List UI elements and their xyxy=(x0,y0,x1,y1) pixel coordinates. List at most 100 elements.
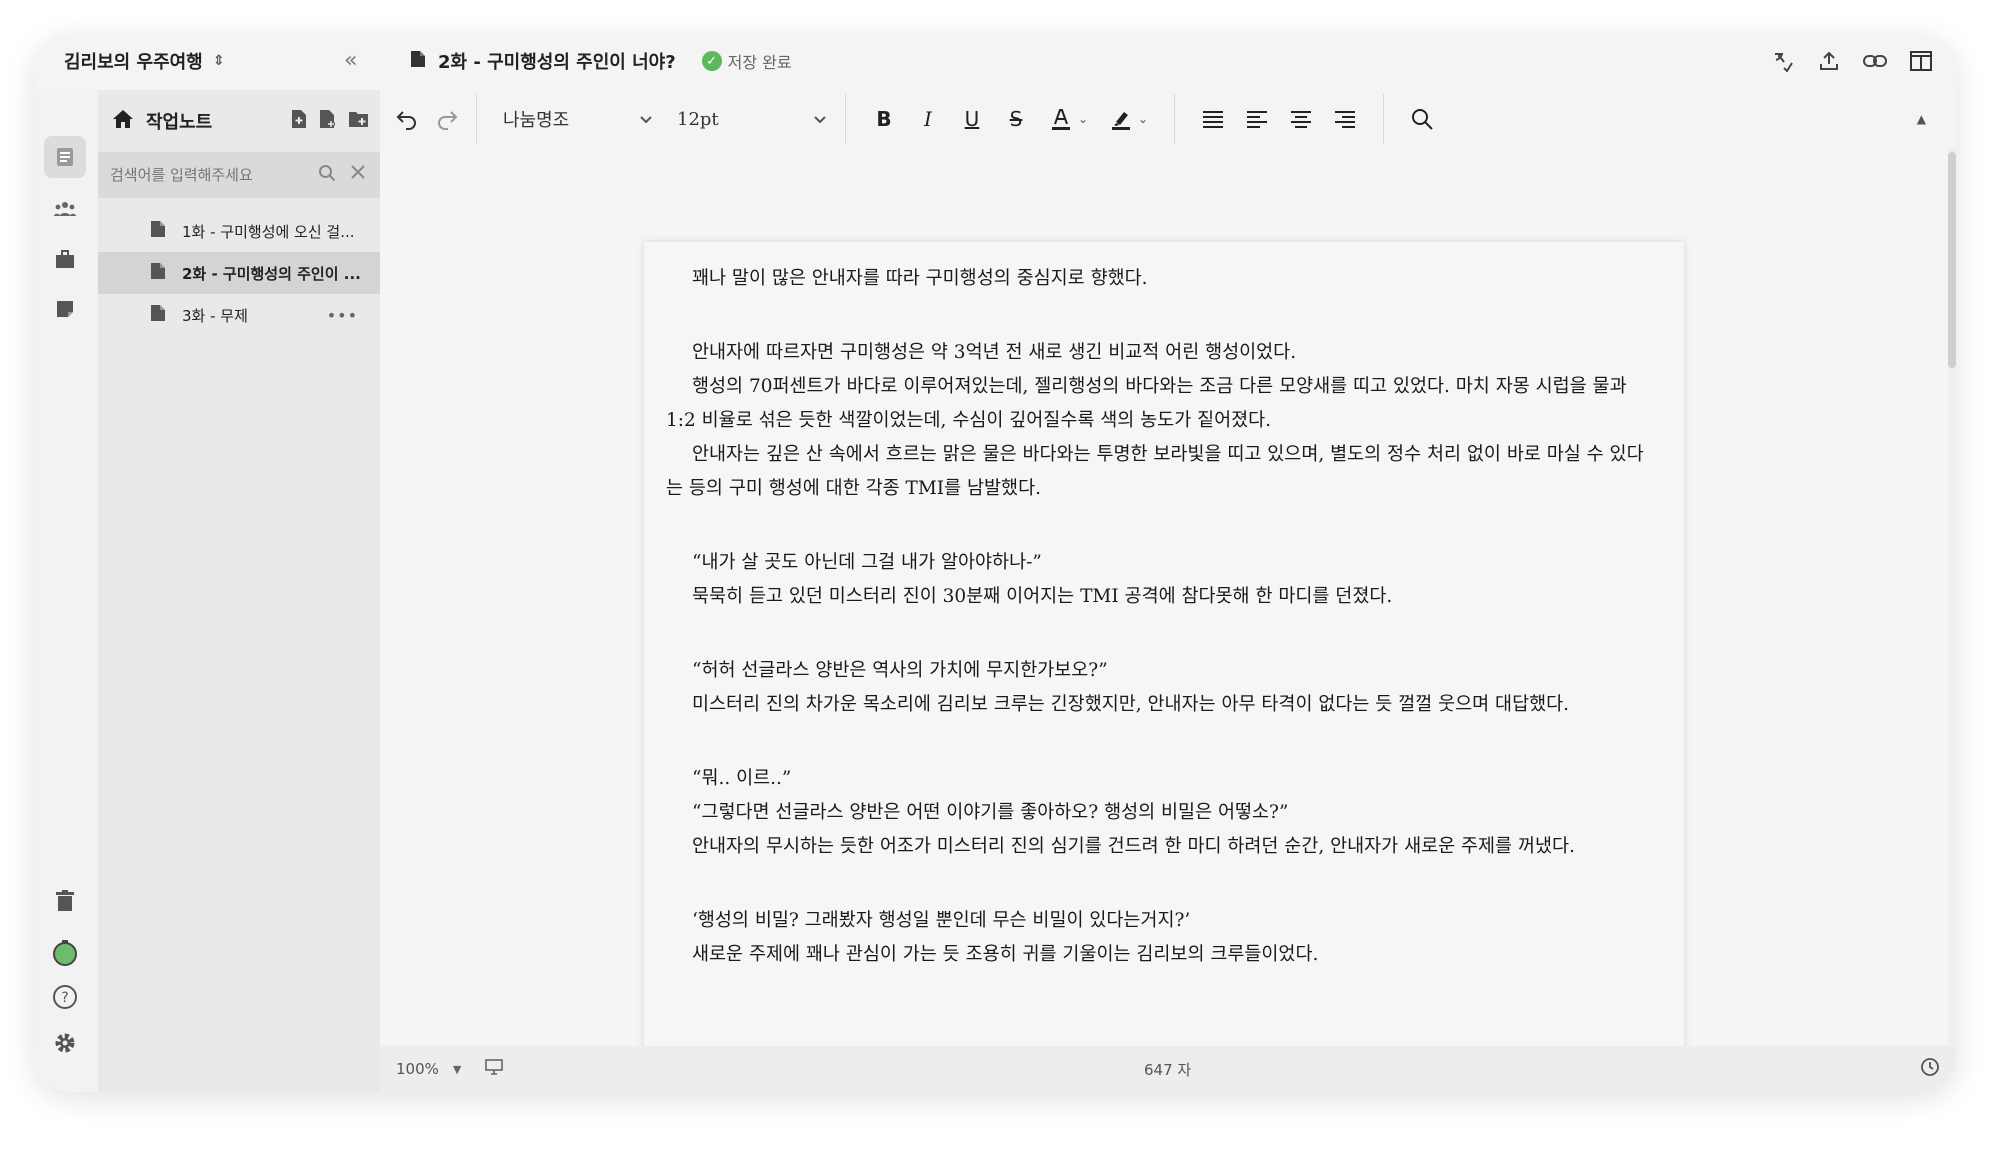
search-icon[interactable] xyxy=(318,164,336,186)
tree-item-episode-1[interactable]: 1화 - 구미행성에 오신 걸... xyxy=(98,210,380,252)
paragraph[interactable]: 안내자는 깊은 산 속에서 흐르는 맑은 물은 바다와는 투명한 보라빛을 띠고… xyxy=(666,438,1658,506)
status-bar: 100% ▼ 647 자 xyxy=(380,1046,1956,1092)
sidebar-header: 작업노트 xyxy=(112,104,370,138)
underline-icon[interactable]: U xyxy=(950,107,994,131)
svg-text:?: ? xyxy=(61,990,68,1006)
document-icon xyxy=(150,220,166,242)
paragraph[interactable]: 안내자의 무시하는 듯한 어조가 미스터리 진의 심기를 건드려 한 마디 하려… xyxy=(666,830,1658,864)
scrollbar-thumb[interactable] xyxy=(1948,152,1956,368)
tree-item-label: 3화 - 무제 xyxy=(182,306,248,325)
font-family-select[interactable]: 나눔명조 xyxy=(503,106,653,132)
redo-icon[interactable] xyxy=(434,106,460,132)
paragraph[interactable]: 묵묵히 듣고 있던 미스터리 진이 30분째 이어지는 TMI 공격에 참다못해… xyxy=(666,580,1658,614)
font-size-value: 12pt xyxy=(677,108,719,130)
app-window: 김리보의 우주여행 ⇕ « 2화 - 구미행성의 주인이 너야? ✓ 저장 완료 xyxy=(34,34,1956,1092)
timer-icon[interactable] xyxy=(44,932,86,974)
search-input[interactable] xyxy=(108,165,302,185)
tree-item-episode-3[interactable]: 3화 - 무제 ••• xyxy=(98,294,380,336)
document-icon xyxy=(150,262,166,284)
italic-icon[interactable]: I xyxy=(906,107,950,131)
align-right-icon[interactable] xyxy=(1323,110,1367,128)
font-family-value: 나눔명조 xyxy=(503,110,570,131)
zoom-select[interactable]: 100% ▼ xyxy=(396,1059,504,1079)
project-name: 김리보의 우주여행 xyxy=(64,52,203,73)
document-tree: 1화 - 구미행성에 오신 걸... 2화 - 구미행성의 주인이 ... 3화… xyxy=(98,210,380,336)
save-status: ✓ 저장 완료 xyxy=(701,49,792,73)
link-icon[interactable] xyxy=(1862,48,1888,74)
collapse-toolbar-icon[interactable]: ▲ xyxy=(1917,112,1926,126)
document-header: 2화 - 구미행성의 주인이 너야? ✓ 저장 완료 xyxy=(410,48,792,74)
sidebar-title: 작업노트 xyxy=(146,112,213,133)
paragraph[interactable]: “뭐.. 이르..” xyxy=(666,762,1658,796)
text-color-icon[interactable]: ⌄ xyxy=(1038,106,1098,132)
editor-toolbar: 나눔명조 12pt B I U S ⌄ ⌄ ▲ xyxy=(380,90,1956,148)
left-rail: ? xyxy=(34,90,98,1092)
paragraph[interactable]: ‘행성의 비밀? 그래봤자 행성일 뿐인데 무슨 비밀이 있다는거지?’ xyxy=(666,904,1658,938)
updown-chevron-icon: ⇕ xyxy=(212,53,225,69)
trash-icon[interactable] xyxy=(44,880,86,922)
paragraph[interactable]: “허허 선글라스 양반은 역사의 가치에 무지한가보오?” xyxy=(666,654,1658,688)
bold-icon[interactable]: B xyxy=(862,107,906,131)
chevron-down-icon xyxy=(813,109,827,130)
paragraph[interactable]: “그렇다면 선글라스 양반은 어떤 이야기를 좋아하오? 행성의 비밀은 어떻소… xyxy=(666,796,1658,830)
people-nav-icon[interactable] xyxy=(44,188,86,230)
save-status-label: 저장 완료 xyxy=(727,53,792,72)
highlight-color-icon[interactable]: ⌄ xyxy=(1098,106,1158,132)
sidebar-search xyxy=(98,152,380,198)
document-body[interactable]: 꽤나 말이 많은 안내자를 따라 구미행성의 중심지로 향했다. 안내자에 따르자… xyxy=(644,242,1684,972)
align-left-icon[interactable] xyxy=(1235,110,1279,128)
clear-search-icon[interactable] xyxy=(350,164,366,186)
tree-item-episode-2[interactable]: 2화 - 구미행성의 주인이 ... xyxy=(98,252,380,294)
zoom-value: 100% xyxy=(396,1060,439,1078)
spellcheck-icon[interactable] xyxy=(1770,48,1796,74)
align-justify-icon[interactable] xyxy=(1191,110,1235,128)
paragraph[interactable]: “내가 살 곳도 아닌데 그걸 내가 알아야하나-” xyxy=(666,546,1658,580)
chevron-down-icon xyxy=(639,109,653,130)
document-page[interactable]: 꽤나 말이 많은 안내자를 따라 구미행성의 중심지로 향했다. 안내자에 따르자… xyxy=(644,242,1684,1046)
document-icon xyxy=(150,304,166,326)
settings-gear-icon[interactable] xyxy=(44,1022,86,1064)
tree-item-label: 2화 - 구미행성의 주인이 ... xyxy=(182,264,361,283)
new-document-icon[interactable] xyxy=(290,109,308,133)
paragraph[interactable]: 새로운 주제에 꽤나 관심이 가는 듯 조용히 귀를 기울이는 김리보의 크루들… xyxy=(666,938,1658,972)
strikethrough-icon[interactable]: S xyxy=(994,107,1038,131)
notes-nav-icon[interactable] xyxy=(44,136,86,178)
paragraph[interactable]: 꽤나 말이 많은 안내자를 따라 구미행성의 중심지로 향했다. xyxy=(666,262,1658,296)
check-icon: ✓ xyxy=(701,51,722,71)
file-sidebar: 작업노트 검색어를 입력해주세요 1화 - 구미행성에 오신 걸... 2화 -… xyxy=(98,90,381,1092)
briefcase-nav-icon[interactable] xyxy=(44,238,86,280)
undo-icon[interactable] xyxy=(394,106,420,132)
more-options-icon[interactable]: ••• xyxy=(327,306,358,325)
import-document-icon[interactable] xyxy=(318,109,338,133)
help-icon[interactable]: ? xyxy=(44,976,86,1018)
paragraph[interactable]: 행성의 70퍼센트가 바다로 이루어져있는데, 젤리행성의 바다와는 조금 다른… xyxy=(666,370,1658,438)
document-title: 2화 - 구미행성의 주인이 너야? xyxy=(438,52,676,73)
align-center-icon[interactable] xyxy=(1279,110,1323,128)
paragraph[interactable]: 안내자에 따르자면 구미행성은 약 3억년 전 새로 생긴 비교적 어린 행성이… xyxy=(666,336,1658,370)
character-count: 647 자 xyxy=(1144,1061,1192,1079)
memo-nav-icon[interactable] xyxy=(44,288,86,330)
split-view-icon[interactable] xyxy=(1908,48,1934,74)
upload-icon[interactable] xyxy=(1816,48,1842,74)
document-icon xyxy=(410,50,426,73)
top-right-actions xyxy=(1770,48,1934,74)
new-folder-icon[interactable] xyxy=(348,109,370,133)
history-icon[interactable] xyxy=(1920,1057,1940,1081)
tree-item-label: 1화 - 구미행성에 오신 걸... xyxy=(182,222,355,241)
home-icon[interactable] xyxy=(112,109,134,133)
caret-down-icon: ▼ xyxy=(452,1062,462,1076)
monitor-icon[interactable] xyxy=(485,1059,504,1079)
editor-canvas: 꽤나 말이 많은 안내자를 따라 구미행성의 중심지로 향했다. 안내자에 따르자… xyxy=(380,148,1956,1046)
project-switcher[interactable]: 김리보의 우주여행 ⇕ xyxy=(64,48,224,74)
collapse-sidebar-icon[interactable]: « xyxy=(344,48,357,73)
search-icon[interactable] xyxy=(1400,107,1444,131)
vertical-scrollbar[interactable] xyxy=(1948,148,1956,1046)
top-bar: 김리보의 우주여행 ⇕ « 2화 - 구미행성의 주인이 너야? ✓ 저장 완료 xyxy=(34,34,1956,90)
font-size-select[interactable]: 12pt xyxy=(677,109,827,130)
paragraph[interactable]: 미스터리 진의 차가운 목소리에 김리보 크루는 긴장했지만, 안내자는 아무 … xyxy=(666,688,1658,722)
